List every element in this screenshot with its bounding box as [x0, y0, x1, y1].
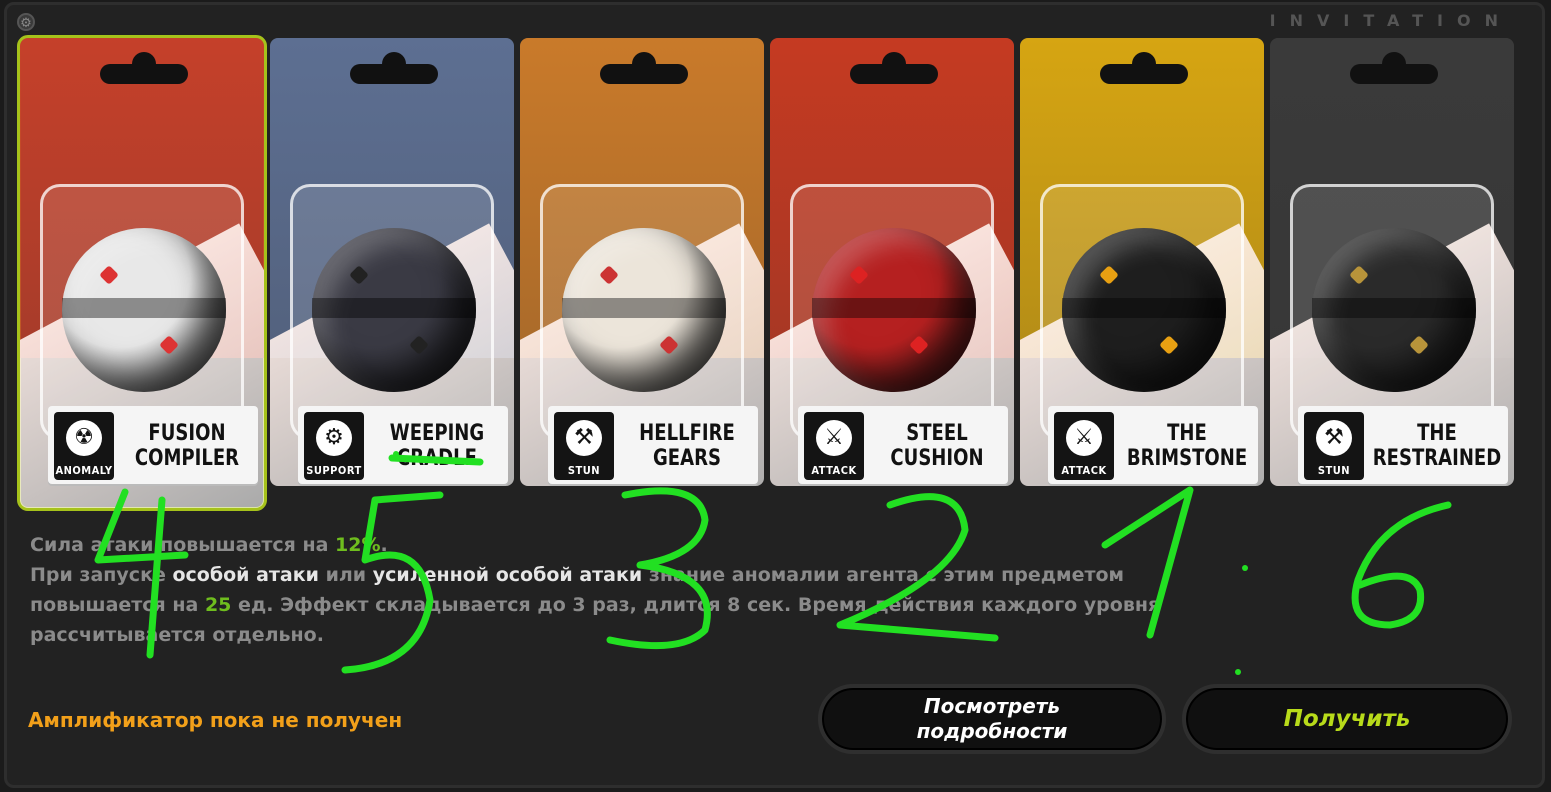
figure-band	[312, 298, 476, 318]
role-badge: ⚙ SUPPORT	[304, 412, 364, 480]
annotation-4: 4	[0, 0, 1, 1]
figure-band	[62, 298, 226, 318]
anomaly-icon: ☢	[66, 420, 102, 456]
status-text: Амплификатор пока не получен	[28, 708, 403, 732]
hanger-hole	[850, 52, 938, 84]
bangboo-figure	[812, 228, 976, 392]
bangboo-card[interactable]: ⚒ STUN THE RESTRAINED	[1270, 38, 1514, 486]
figure-detail	[99, 265, 119, 285]
figure-detail	[659, 335, 679, 355]
figure-band	[1312, 298, 1476, 318]
figure-band	[562, 298, 726, 318]
hanger-hole	[350, 52, 438, 84]
figure-detail	[1409, 335, 1429, 355]
hanger-hole	[100, 52, 188, 84]
card-name: THE RESTRAINED	[1372, 421, 1502, 471]
bangboo-card[interactable]: ⚙ SUPPORT WEEPING CRADLE	[270, 38, 514, 486]
card-name: STEEL CUSHION	[890, 421, 984, 471]
figure-band	[812, 298, 976, 318]
figure-detail	[1099, 265, 1119, 285]
bangboo-card[interactable]: ⚒ STUN HELLFIRE GEARS	[520, 38, 764, 486]
role-badge: ⚒ STUN	[1304, 412, 1364, 480]
card-label: ⚔ ATTACK THE BRIMSTONE	[1048, 406, 1258, 484]
bangboo-figure	[62, 228, 226, 392]
bangboo-figure	[312, 228, 476, 392]
figure-detail	[849, 265, 869, 285]
card-row: ☢ ANOMALY FUSION COMPILER ⚙ SUPPORT WEEP…	[17, 35, 1520, 511]
bangboo-card[interactable]: ⚔ ATTACK STEEL CUSHION	[770, 38, 1014, 486]
gear-icon[interactable]: ⚙	[17, 13, 35, 31]
figure-detail	[159, 335, 179, 355]
card-label: ⚒ STUN HELLFIRE GEARS	[548, 406, 758, 484]
hanger-hole	[1350, 52, 1438, 84]
stun-icon: ⚒	[566, 420, 602, 456]
get-label: Получить	[1283, 705, 1411, 732]
figure-detail	[599, 265, 619, 285]
card-name: WEEPING CRADLE	[389, 421, 485, 471]
role-badge: ⚔ ATTACK	[804, 412, 864, 480]
figure-detail	[409, 335, 429, 355]
bangboo-figure	[1312, 228, 1476, 392]
attack-icon: ⚔	[1066, 420, 1102, 456]
view-details-button[interactable]: Посмотреть подробности	[818, 684, 1166, 754]
role-badge: ⚒ STUN	[554, 412, 614, 480]
role-badge: ⚔ ATTACK	[1054, 412, 1114, 480]
annotation-labels: 4 5 3 2 1 6	[0, 0, 1, 1]
figure-band	[1062, 298, 1226, 318]
stun-icon: ⚒	[1316, 420, 1352, 456]
figure-detail	[349, 265, 369, 285]
hanger-hole	[1100, 52, 1188, 84]
brand-text: INVITATION	[1269, 11, 1512, 30]
hanger-hole	[600, 52, 688, 84]
role-text: ANOMALY	[55, 464, 113, 477]
role-text: STUN	[1317, 464, 1351, 477]
view-details-label: Посмотреть подробности	[916, 694, 1068, 743]
annotation-3: 3	[0, 0, 1, 1]
bangboo-figure	[562, 228, 726, 392]
role-text: SUPPORT	[306, 464, 362, 477]
role-text: ATTACK	[1061, 464, 1107, 477]
card-label: ⚒ STUN THE RESTRAINED	[1298, 406, 1508, 484]
figure-detail	[909, 335, 929, 355]
card-name: HELLFIRE GEARS	[639, 421, 735, 471]
effect-description: Сила атаки повышается на 12%. При запуск…	[30, 534, 1161, 646]
card-name: FUSION COMPILER	[134, 421, 240, 471]
card-label: ☢ ANOMALY FUSION COMPILER	[48, 406, 258, 484]
support-icon: ⚙	[316, 420, 352, 456]
attack-icon: ⚔	[816, 420, 852, 456]
figure-detail	[1159, 335, 1179, 355]
figure-detail	[1349, 265, 1369, 285]
role-text: STUN	[567, 464, 601, 477]
bangboo-card[interactable]: ☢ ANOMALY FUSION COMPILER	[17, 35, 267, 511]
get-button[interactable]: Получить	[1182, 684, 1512, 754]
role-text: ATTACK	[811, 464, 857, 477]
card-label: ⚔ ATTACK STEEL CUSHION	[798, 406, 1008, 484]
annotation-2: 2	[0, 0, 1, 1]
card-name: THE BRIMSTONE	[1126, 421, 1248, 471]
bangboo-figure	[1062, 228, 1226, 392]
annotation-6: 6	[0, 0, 1, 1]
card-label: ⚙ SUPPORT WEEPING CRADLE	[298, 406, 508, 484]
annotation-1: 1	[0, 0, 1, 1]
role-badge: ☢ ANOMALY	[54, 412, 114, 480]
bangboo-card[interactable]: ⚔ ATTACK THE BRIMSTONE	[1020, 38, 1264, 486]
annotation-5: 5	[0, 0, 1, 1]
